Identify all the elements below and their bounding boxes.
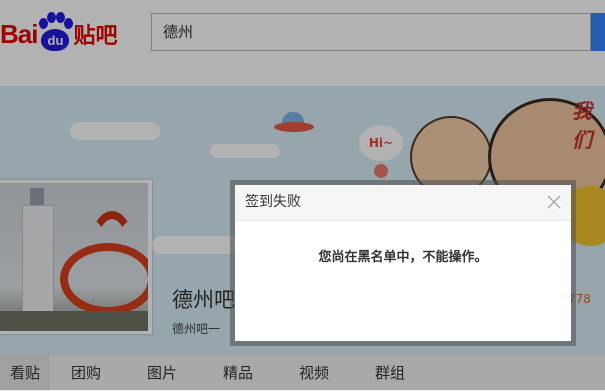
dialog-header: 签到失败: [235, 185, 571, 221]
dialog-title: 签到失败: [245, 194, 301, 210]
close-icon[interactable]: [544, 192, 564, 212]
sign-in-failed-dialog: 签到失败 您尚在黑名单中，不能操作。: [235, 185, 571, 341]
dialog-message: 您尚在黑名单中，不能操作。: [318, 250, 488, 265]
